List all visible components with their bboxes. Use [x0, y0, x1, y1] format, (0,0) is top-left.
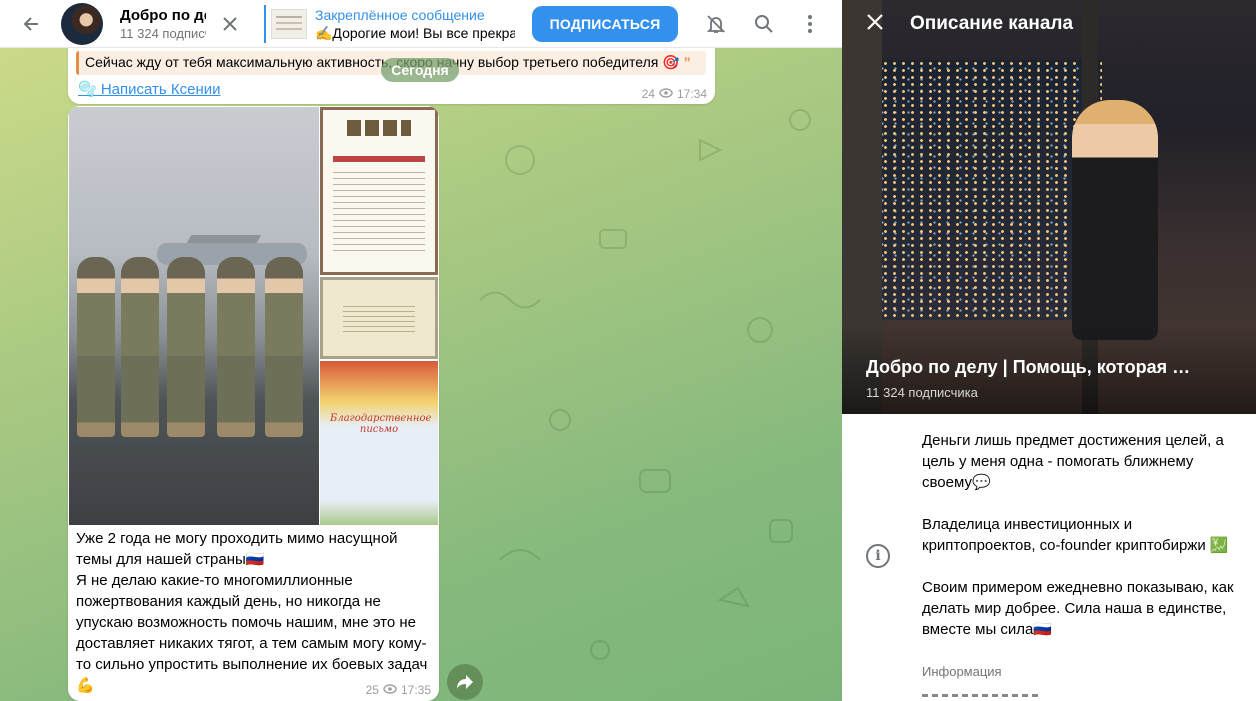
channel-info-panel: Описание канала Добро по делу | Помощь, …: [842, 0, 1256, 701]
description-label: Информация: [922, 664, 1002, 679]
channel-description: Деньги лишь предмет достижения целей, а …: [922, 432, 1234, 638]
eye-icon: [659, 87, 673, 101]
message-bubble[interactable]: Благодарственное письмо Уже 2 года не мо…: [68, 106, 439, 701]
search-icon[interactable]: [752, 12, 776, 36]
soldier-figure: [217, 257, 255, 437]
eye-icon: [383, 683, 397, 697]
share-button[interactable]: [447, 664, 483, 700]
message-time: 17:35: [400, 683, 431, 697]
mute-bell-icon[interactable]: [704, 12, 728, 36]
emblem-row: [347, 120, 411, 136]
info-icon: i: [866, 544, 890, 568]
post-text: Уже 2 года не могу проходить мимо насущн…: [76, 530, 428, 694]
photo-certificate-2[interactable]: [320, 277, 438, 359]
photo-soldiers[interactable]: [69, 107, 319, 525]
quote-mark-icon: ”: [683, 54, 691, 70]
certificate-title: Благодарственное письмо: [330, 413, 432, 435]
views-count: 25: [365, 683, 379, 697]
pinned-message[interactable]: Закреплённое сообщение ✍️Дорогие мои! Вы…: [264, 4, 516, 43]
pinned-label: Закреплённое сообщение: [315, 6, 485, 23]
soldier-figure: [265, 257, 303, 437]
channel-name: Добро по делу | Помощь, которая …: [866, 357, 1191, 377]
channel-subscribers: 11 324 подписчика: [866, 385, 978, 400]
date-separator: Сегодня: [381, 58, 459, 82]
plane-wing-shape: [186, 235, 262, 243]
close-icon[interactable]: [218, 12, 242, 36]
back-arrow-icon[interactable]: [20, 12, 44, 36]
channel-cover-photo[interactable]: [842, 0, 1256, 414]
info-header: Описание канала: [842, 0, 1256, 48]
channel-avatar[interactable]: [61, 2, 103, 45]
channel-title-box[interactable]: Добро по делу | Помощь, которая … 11 324…: [120, 6, 206, 42]
next-row-stub: [922, 694, 1042, 697]
more-vertical-icon[interactable]: [798, 12, 822, 36]
views-count: 24: [641, 87, 655, 101]
close-icon[interactable]: [866, 10, 884, 38]
share-arrow-icon: [457, 675, 473, 689]
pinned-thumbnail: [271, 8, 307, 39]
message-meta: 25 17:35: [366, 683, 431, 697]
certificate-title-bar: [333, 156, 425, 162]
person-figure: [1072, 100, 1158, 340]
photo-certificate-3[interactable]: Благодарственное письмо: [320, 361, 438, 525]
message-time: 17:34: [676, 87, 707, 101]
pinned-text: ✍️Дорогие мои! Вы все прекрасно знаете…: [315, 24, 515, 41]
photo-certificate-1[interactable]: [320, 107, 438, 275]
soldier-figure: [77, 257, 115, 437]
subscribe-button[interactable]: ПОДПИСАТЬСЯ: [532, 5, 678, 42]
message-meta: 24 17:34: [642, 87, 707, 101]
soldier-figure: [121, 257, 159, 437]
soldier-figure: [167, 257, 205, 437]
channel-subscribers: 11 324 подписчика: [120, 25, 206, 41]
write-link[interactable]: 🫧 Написать Ксении: [78, 80, 221, 98]
channel-title: Добро по делу | Помощь, которая …: [120, 6, 206, 24]
chat-header: Добро по делу | Помощь, которая … 11 324…: [0, 0, 842, 48]
chat-pane: Добро по делу | Помощь, которая … 11 324…: [0, 0, 842, 701]
info-heading: Описание канала: [910, 13, 1074, 34]
certificate-text-lines: [333, 172, 425, 252]
city-night-view: [872, 60, 1102, 320]
